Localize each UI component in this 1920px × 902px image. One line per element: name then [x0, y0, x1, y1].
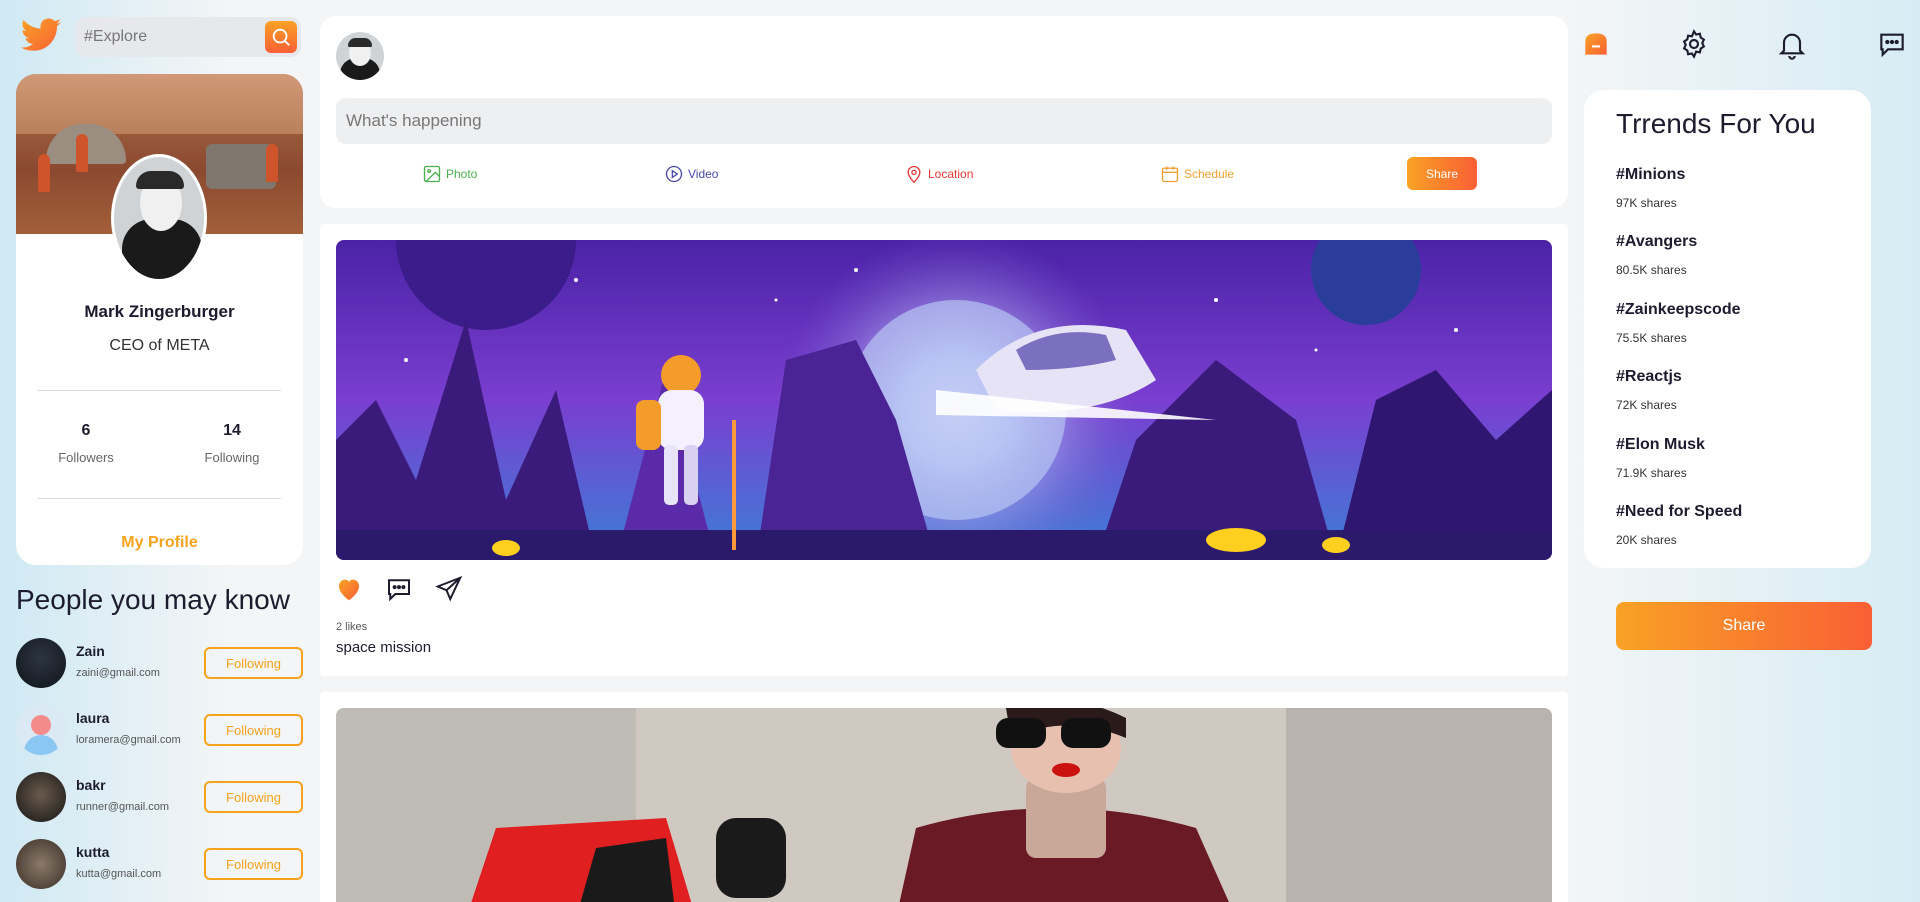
post-image[interactable]: [336, 708, 1552, 902]
heart-icon: [339, 579, 359, 601]
photo-option[interactable]: Photo: [422, 164, 477, 184]
trend-shares: 75.5K shares: [1616, 331, 1687, 345]
trend-shares: 20K shares: [1616, 533, 1677, 547]
chat-icon: [1880, 33, 1904, 58]
person-email: runner@gmail.com: [76, 801, 170, 813]
home-icon: [1585, 33, 1607, 55]
photo-icon: [423, 165, 441, 183]
search-input[interactable]: [84, 28, 259, 46]
following-button[interactable]: Following: [204, 781, 303, 813]
trend-shares: 72K shares: [1616, 398, 1677, 412]
post: [320, 692, 1568, 902]
location-label: Location: [928, 167, 974, 181]
messages-nav-button[interactable]: [1876, 28, 1908, 60]
search-icon: [272, 28, 290, 46]
share-button[interactable]: Share: [1616, 602, 1872, 650]
whats-happening-input[interactable]: [336, 98, 1552, 144]
list-item: Zain zaini@gmail.com Following: [16, 638, 303, 692]
bell-icon: [1778, 33, 1806, 60]
trend-tag: #Elon Musk: [1616, 436, 1705, 453]
send-icon: [435, 575, 463, 602]
profile-role: CEO of META: [109, 337, 210, 354]
post: 2 likes space mission: [320, 224, 1568, 676]
person-name: Zain: [76, 643, 105, 659]
post-caption: space mission: [336, 639, 432, 656]
post-composer: Photo Video Location Schedule Share: [320, 16, 1568, 208]
profile-card: Mark Zingerburger CEO of META 6 Follower…: [16, 74, 303, 565]
trends-card: Trrends For You #Minions 97K shares #Ava…: [1584, 90, 1871, 568]
trend-item[interactable]: #Minions 97K shares: [1616, 166, 1685, 210]
trend-shares: 97K shares: [1616, 196, 1677, 210]
trend-shares: 71.9K shares: [1616, 466, 1687, 480]
followers-stat[interactable]: 6 Followers: [31, 422, 141, 465]
calendar-icon: [1161, 166, 1179, 183]
settings-nav-button[interactable]: [1678, 28, 1710, 60]
video-icon: [665, 165, 683, 183]
avatar[interactable]: [16, 772, 66, 822]
trend-shares: 80.5K shares: [1616, 263, 1687, 277]
post-image[interactable]: [336, 240, 1552, 560]
trend-item[interactable]: #Elon Musk 71.9K shares: [1616, 436, 1705, 480]
comment-button[interactable]: [384, 574, 414, 604]
notifications-nav-button[interactable]: [1776, 28, 1808, 60]
location-option[interactable]: Location: [904, 164, 973, 184]
avatar[interactable]: [16, 839, 66, 889]
bird-logo-icon[interactable]: [16, 14, 66, 58]
trend-tag: #Need for Speed: [1616, 503, 1743, 520]
divider: [38, 498, 281, 499]
avatar[interactable]: [16, 705, 66, 755]
profile-name: Mark Zingerburger: [84, 302, 235, 321]
followers-label: Followers: [58, 450, 114, 465]
person-name: laura: [76, 710, 110, 726]
avatar[interactable]: [336, 32, 384, 80]
profile-avatar[interactable]: [111, 154, 207, 282]
trends-title: Trrends For You: [1616, 108, 1816, 139]
person-email: zaini@gmail.com: [76, 667, 160, 679]
people-you-may-know-title: People you may know: [16, 584, 290, 615]
composer-share-button[interactable]: Share: [1407, 157, 1477, 190]
location-icon: [907, 165, 921, 184]
trend-tag: #Zainkeepscode: [1616, 301, 1741, 318]
my-profile-link[interactable]: My Profile: [16, 534, 303, 552]
search-bar: [76, 17, 301, 57]
following-button[interactable]: Following: [204, 714, 303, 746]
following-button[interactable]: Following: [204, 647, 303, 679]
trend-item[interactable]: #Avangers 80.5K shares: [1616, 233, 1697, 277]
trend-item[interactable]: #Reactjs 72K shares: [1616, 368, 1682, 412]
trend-tag: #Avangers: [1616, 233, 1698, 250]
share-post-button[interactable]: [434, 574, 464, 604]
video-label: Video: [688, 167, 719, 181]
followers-count: 6: [81, 422, 91, 439]
person-name: kutta: [76, 844, 110, 860]
list-item: kutta kutta@gmail.com Following: [16, 839, 303, 893]
following-count: 14: [223, 422, 241, 439]
schedule-option[interactable]: Schedule: [1160, 164, 1234, 184]
following-button[interactable]: Following: [204, 848, 303, 880]
person-email: loramera@gmail.com: [76, 734, 181, 746]
list-item: bakr runner@gmail.com Following: [16, 772, 303, 826]
person-email: kutta@gmail.com: [76, 868, 162, 880]
avatar[interactable]: [16, 638, 66, 688]
home-nav-button[interactable]: [1580, 28, 1612, 60]
divider: [38, 390, 281, 391]
schedule-label: Schedule: [1184, 167, 1235, 181]
trend-tag: #Reactjs: [1616, 368, 1682, 385]
person-name: bakr: [76, 777, 106, 793]
trend-item[interactable]: #Zainkeepscode 75.5K shares: [1616, 301, 1741, 345]
trend-tag: #Minions: [1616, 166, 1686, 183]
following-stat[interactable]: 14 Following: [177, 422, 287, 465]
like-button[interactable]: [334, 574, 364, 604]
comment-icon: [388, 579, 410, 602]
list-item: laura loramera@gmail.com Following: [16, 705, 303, 759]
likes-count: 2 likes: [336, 621, 368, 633]
trend-item[interactable]: #Need for Speed 20K shares: [1616, 503, 1742, 547]
following-label: Following: [204, 450, 260, 465]
video-option[interactable]: Video: [664, 164, 718, 184]
search-button[interactable]: [265, 21, 297, 53]
photo-label: Photo: [446, 167, 478, 181]
gear-icon: [1682, 29, 1706, 59]
